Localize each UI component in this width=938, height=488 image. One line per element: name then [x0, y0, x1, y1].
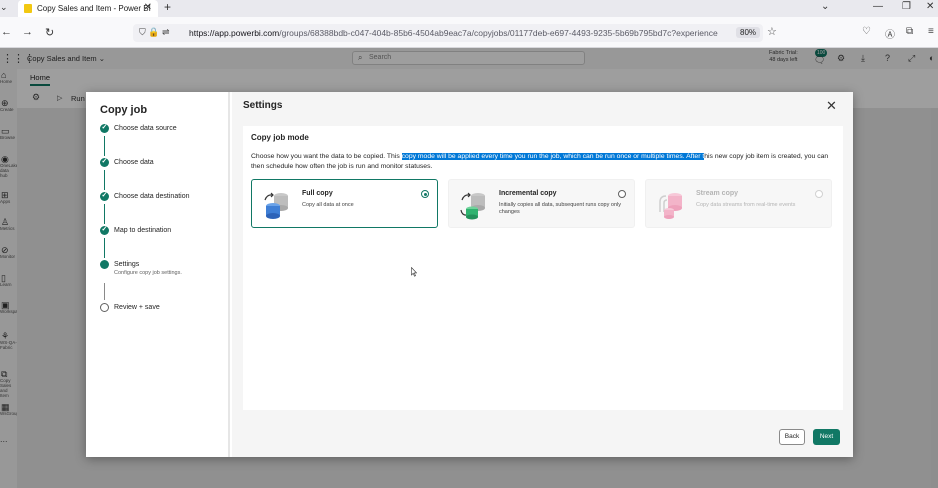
incremental-copy-radio[interactable]: [618, 190, 626, 198]
copy-job-dialog: Copy job Choose data source Choose data …: [86, 92, 853, 457]
stream-copy-desc: Copy data streams from real-time events: [696, 202, 796, 208]
step-label: Review + save: [114, 304, 160, 311]
close-window-icon[interactable]: ✕: [926, 1, 934, 12]
step-label: Map to destination: [114, 227, 172, 234]
mouse-cursor-icon: [411, 267, 417, 277]
step-label: Choose data: [114, 159, 154, 166]
step-label: Choose data destination: [114, 193, 190, 200]
forward-icon[interactable]: →: [22, 26, 33, 38]
url-text: https://app.powerbi.com/groups/68388bdb-…: [189, 28, 718, 38]
step-connector: [104, 136, 105, 156]
settings-heading: Settings: [243, 100, 283, 111]
new-tab-button[interactable]: +: [164, 0, 171, 14]
menu-icon[interactable]: ≡: [928, 26, 934, 37]
powerbi-favicon-icon: [24, 4, 32, 13]
full-copy-radio[interactable]: [421, 190, 429, 198]
step-connector: [104, 283, 105, 300]
zoom-level[interactable]: 80%: [736, 27, 761, 38]
step-label: Settings: [114, 261, 140, 268]
back-icon[interactable]: ←: [1, 26, 12, 38]
full-copy-title: Full copy: [302, 190, 333, 197]
check-icon: [100, 225, 109, 235]
copy-mode-description: Choose how you want the data to be copie…: [251, 153, 829, 170]
check-icon: [100, 191, 109, 201]
bookmark-star-icon[interactable]: ☆: [767, 25, 777, 38]
step-connector: [104, 204, 105, 224]
incremental-copy-desc: Initially copies all data, subsequent ru…: [499, 202, 621, 215]
stream-copy-option: Stream copy Copy data streams from real-…: [645, 179, 832, 228]
stream-copy-title: Stream copy: [696, 190, 739, 197]
reload-icon[interactable]: ↻: [45, 26, 54, 39]
copy-mode-panel: Copy job mode Choose how you want the da…: [243, 126, 843, 410]
check-icon: [100, 123, 109, 133]
incremental-copy-option[interactable]: Incremental copy Initially copies all da…: [448, 179, 635, 228]
next-button[interactable]: Next: [813, 429, 840, 445]
restore-icon[interactable]: ❐: [902, 1, 911, 12]
stream-copy-radio: [815, 190, 823, 198]
shield-lock-icon[interactable]: ⛉ 🔒 ⇌: [139, 27, 170, 38]
incremental-copy-title: Incremental copy: [499, 190, 557, 197]
address-bar[interactable]: ⛉ 🔒 ⇌ https://app.powerbi.com/groups/683…: [133, 24, 777, 42]
browser-tab[interactable]: Copy Sales and Item - Power BI ✕: [18, 0, 158, 17]
tab-title: Copy Sales and Item - Power BI: [37, 4, 151, 13]
check-icon: [100, 157, 109, 167]
pending-step-icon: [100, 303, 109, 312]
settings-pane: Settings ✕ Copy job mode Choose how you …: [232, 92, 853, 457]
selected-text: copy mode will be applied every time you…: [401, 153, 705, 160]
full-copy-option[interactable]: Full copy Copy all data at once: [251, 179, 438, 228]
pocket-icon[interactable]: ♡: [862, 26, 871, 37]
step-connector: [104, 238, 105, 258]
step-connector: [104, 170, 105, 190]
copy-mode-title: Copy job mode: [251, 133, 309, 142]
dialog-title: Copy job: [100, 104, 148, 116]
minimize-icon[interactable]: —: [873, 1, 883, 12]
wizard-steps-panel: Copy job Choose data source Choose data …: [86, 92, 230, 457]
full-copy-desc: Copy all data at once: [302, 202, 354, 208]
close-dialog-icon[interactable]: ✕: [826, 98, 837, 114]
browser-toolbar: ← → ↻ ⛉ 🔒 ⇌ https://app.powerbi.com/grou…: [0, 17, 938, 48]
extensions-icon[interactable]: ⧉: [906, 26, 913, 37]
browser-tab-bar: ⌄ Copy Sales and Item - Power BI ✕ + ⌄ —…: [0, 0, 938, 17]
step-label: Choose data source: [114, 125, 177, 132]
back-button[interactable]: Back: [779, 429, 805, 445]
tab-overflow-icon[interactable]: ⌄: [821, 1, 829, 12]
stream-copy-icon: [659, 193, 682, 219]
current-step-icon: [100, 260, 109, 269]
close-tab-icon[interactable]: ✕: [144, 2, 152, 13]
step-sublabel: Configure copy job settings.: [114, 270, 182, 276]
account-icon[interactable]: Ⓐ: [885, 26, 895, 41]
tab-list-icon[interactable]: ⌄: [0, 2, 8, 13]
incremental-copy-icon: [460, 192, 485, 220]
full-copy-icon: [264, 192, 288, 219]
